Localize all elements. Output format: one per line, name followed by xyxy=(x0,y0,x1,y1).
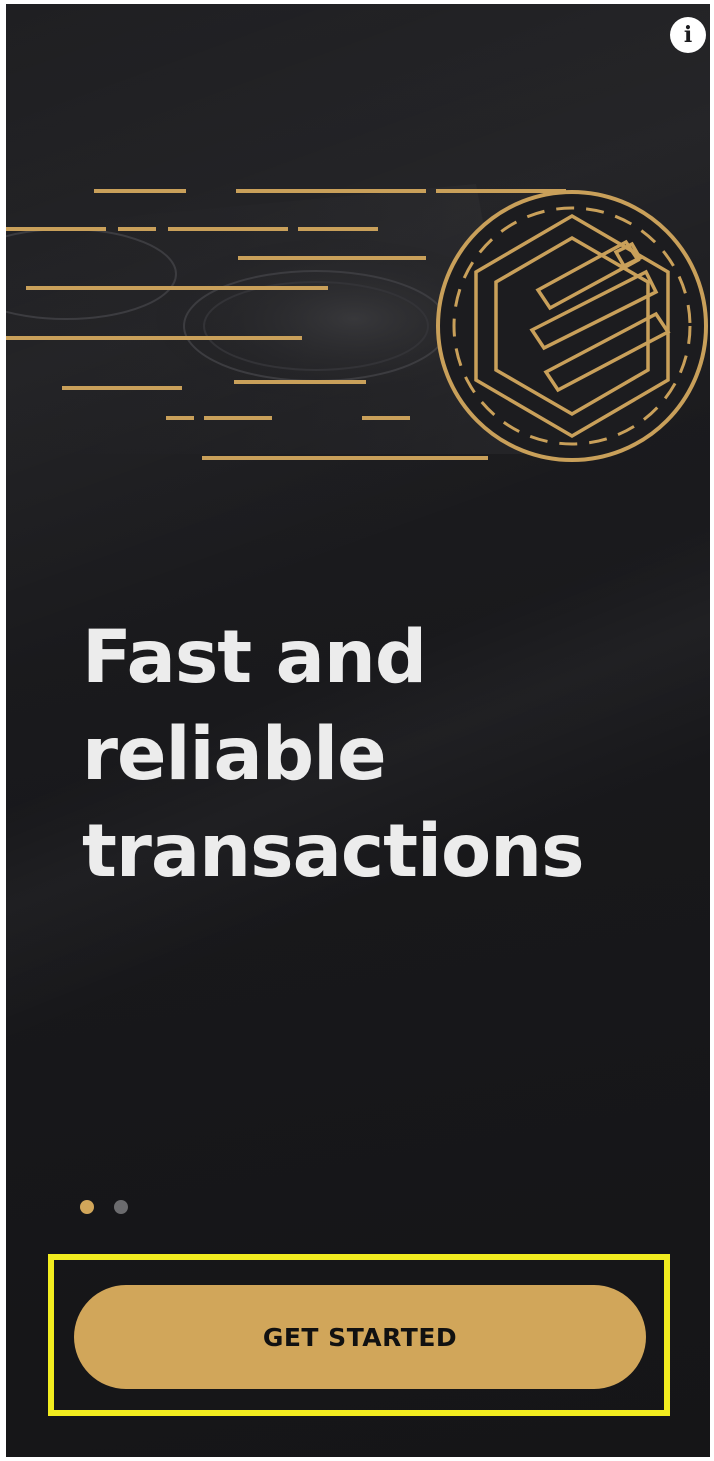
info-icon: i xyxy=(683,22,693,48)
headline-line-2: reliable xyxy=(82,712,387,797)
headline: Fast and reliable transactions xyxy=(82,609,682,900)
page-dot-2[interactable] xyxy=(114,1200,128,1214)
onboarding-screen: i Fast and reliable transactions xyxy=(6,4,710,1457)
headline-line-1: Fast and xyxy=(82,615,427,700)
get-started-button[interactable]: GET STARTED xyxy=(74,1285,646,1389)
coin-logo-icon xyxy=(6,184,708,462)
page-dot-1[interactable] xyxy=(80,1200,94,1214)
page-indicator xyxy=(80,1200,128,1214)
headline-line-3: transactions xyxy=(82,809,585,894)
info-button[interactable]: i xyxy=(670,17,706,53)
